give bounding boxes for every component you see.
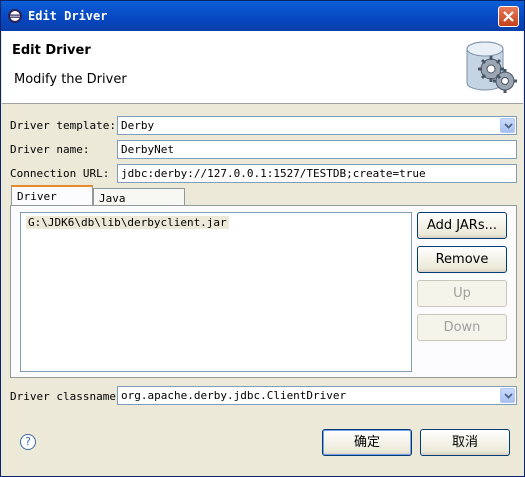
driver-template-label: Driver template: [10, 119, 116, 132]
dialog-header: Edit Driver Modify the Driver [2, 31, 523, 104]
up-button[interactable]: Up [417, 280, 507, 307]
gears-database-icon [466, 41, 517, 93]
header-title: Edit Driver [12, 43, 91, 58]
window-title: Edit Driver [28, 9, 108, 23]
help-icon[interactable]: ? [20, 434, 36, 450]
driver-classname-value: org.apache.derby.jdbc.ClientDriver [121, 389, 347, 402]
add-jars-button[interactable]: Add JARs... [417, 212, 507, 239]
down-button[interactable]: Down [417, 314, 507, 341]
driver-template-value: Derby [121, 119, 155, 132]
dropdown-arrow-button[interactable] [500, 118, 515, 133]
connection-url-label: Connection URL: [10, 167, 110, 180]
close-icon [503, 11, 514, 22]
driver-jars-panel: G:\JDK6\db\lib\derbyclient.jar Add JARs.… [10, 205, 517, 378]
dialog-body: Driver template: Derby Driver name: Derb… [2, 105, 523, 476]
chevron-down-icon [504, 123, 513, 129]
list-item[interactable]: G:\JDK6\db\lib\derbyclient.jar [26, 216, 229, 229]
edit-driver-dialog: Edit Driver Edit Driver Modify the Drive… [0, 0, 525, 477]
title-bar[interactable]: Edit Driver [1, 1, 524, 31]
driver-name-input[interactable]: DerbyNet [117, 140, 517, 159]
connection-url-input[interactable]: jdbc:derby://127.0.0.1:1527/TESTDB;creat… [117, 164, 517, 183]
driver-name-label: Driver name: [10, 143, 90, 156]
tab-driver-jars[interactable]: Driver JARs [11, 185, 93, 216]
remove-button[interactable]: Remove [417, 246, 507, 273]
driver-classname-select[interactable]: org.apache.derby.jdbc.ClientDriver [117, 386, 517, 405]
driver-template-select[interactable]: Derby [117, 116, 517, 135]
chevron-down-icon [504, 393, 513, 399]
jar-list[interactable]: G:\JDK6\db\lib\derbyclient.jar [20, 212, 412, 372]
close-button[interactable] [498, 6, 519, 27]
driver-classname-label: Driver classname: [10, 390, 123, 403]
dropdown-arrow-button[interactable] [500, 388, 515, 403]
header-description: Modify the Driver [14, 72, 127, 87]
eclipse-icon [8, 9, 22, 23]
ok-button[interactable]: 确定 [322, 429, 412, 456]
cancel-button[interactable]: 取消 [420, 429, 510, 456]
